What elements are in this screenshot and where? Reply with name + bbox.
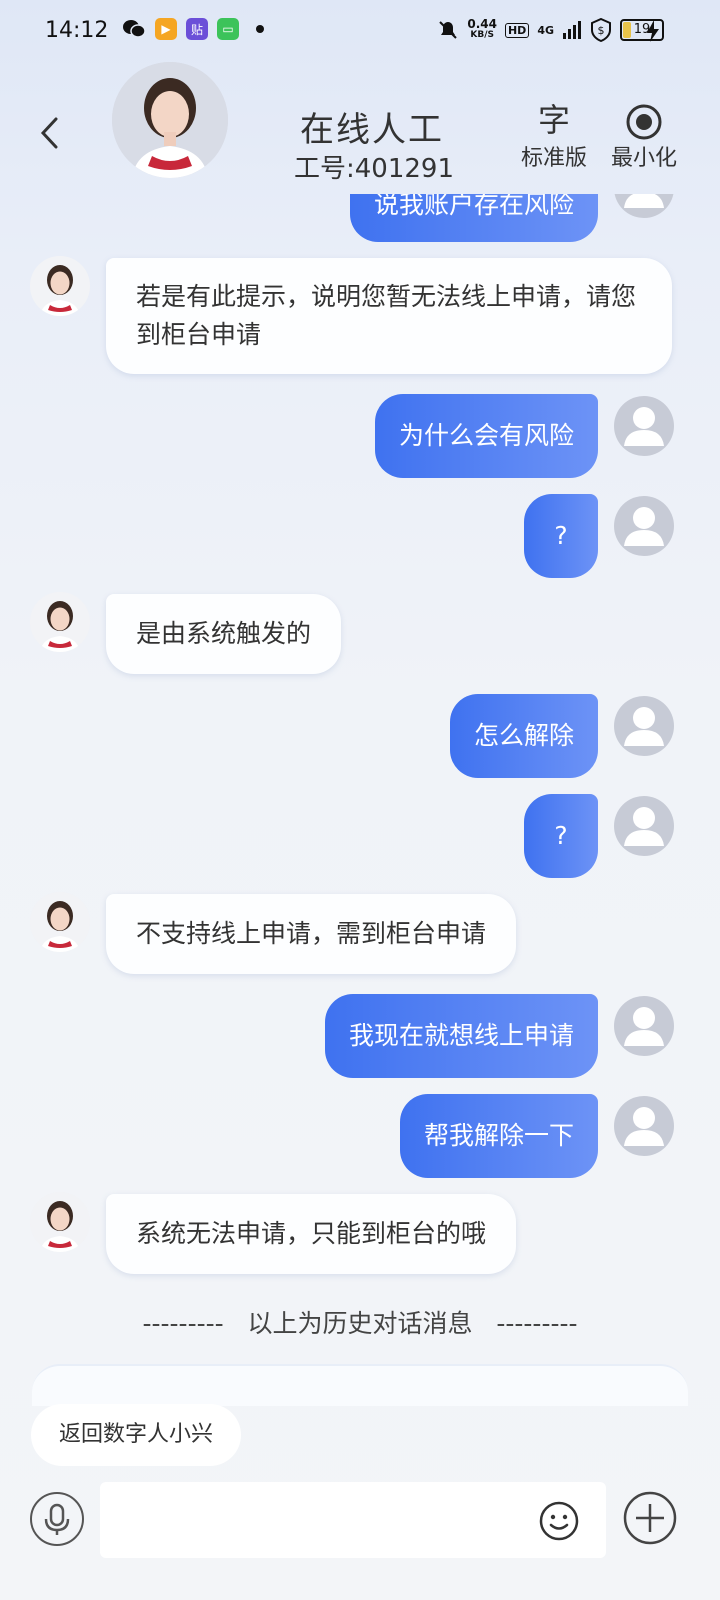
agent-avatar-large	[112, 62, 228, 178]
agent-message: 是由系统触发的	[106, 594, 342, 674]
user-avatar	[614, 396, 674, 456]
chat-message-list[interactable]: 说我账户存在风险 若是有此提示，说明您暂无法线上申请，请您到柜台申请 为什么会有…	[0, 194, 720, 1390]
user-avatar	[614, 696, 674, 756]
microphone-icon	[44, 1503, 70, 1535]
digital-human-card	[32, 1364, 688, 1406]
system-status: 0.44 KB/S HD 4G $ 19	[437, 18, 664, 42]
shield-dollar-icon: $	[591, 18, 611, 42]
user-message: 怎么解除	[449, 694, 598, 778]
user-message: ?	[524, 494, 598, 578]
minimize-label: 最小化	[610, 146, 677, 171]
user-avatar	[614, 996, 674, 1056]
agent-id: 工号:401291	[294, 154, 455, 184]
wechat-icon	[123, 20, 146, 38]
page-title: 在线人工	[300, 110, 444, 150]
mute-bell-icon	[439, 21, 458, 39]
svg-text:$: $	[598, 24, 605, 37]
history-separator: --------- 以上为历史对话消息 ---------	[142, 1309, 578, 1338]
chat-header: 在线人工 工号:401291 字 标准版 最小化	[0, 62, 720, 194]
status-time: 14:12	[45, 18, 109, 43]
agent-avatar	[30, 1192, 90, 1252]
more-actions-button[interactable]	[622, 1490, 678, 1546]
font-icon: 字	[537, 101, 570, 139]
agent-message: 系统无法申请，只能到柜台的哦	[106, 1194, 517, 1274]
user-message: 我现在就想线上申请	[324, 994, 598, 1078]
minimize-button[interactable]: 最小化	[606, 100, 682, 172]
sticker-app-icon: 贴	[186, 18, 208, 40]
network-speed: 0.44 KB/S	[467, 17, 497, 40]
user-avatar	[614, 1096, 674, 1156]
agent-avatar	[30, 892, 90, 952]
user-avatar	[614, 796, 674, 856]
record-circle-icon	[606, 100, 682, 140]
status-bar: 14:12 ▶ 贴 ▭ 0.44 KB/S HD 4G $ 19	[0, 0, 720, 62]
user-message: ?	[524, 794, 598, 878]
plus-icon	[623, 1491, 677, 1545]
network-type: 4G	[537, 23, 554, 37]
message-app-icon: ▭	[217, 18, 239, 40]
font-size-button[interactable]: 字 标准版	[516, 100, 592, 172]
voice-input-button[interactable]	[30, 1492, 84, 1546]
return-digital-human-button[interactable]: 返回数字人小兴	[31, 1404, 242, 1466]
signal-icon	[563, 21, 581, 39]
agent-avatar	[30, 592, 90, 652]
input-bar	[0, 1478, 720, 1600]
user-message: 说我账户存在风险	[349, 194, 598, 242]
font-size-label: 标准版	[520, 146, 587, 171]
agent-avatar	[30, 256, 90, 316]
agent-message: 若是有此提示，说明您暂无法线上申请，请您到柜台申请	[106, 258, 672, 374]
user-message: 为什么会有风险	[374, 394, 598, 478]
smiley-icon	[539, 1501, 579, 1541]
user-avatar	[614, 194, 674, 218]
agent-message: 不支持线上申请，需到柜台申请	[106, 894, 517, 974]
notification-icons: ▶ 贴 ▭	[122, 18, 264, 40]
back-button[interactable]	[34, 116, 68, 150]
more-notifications-dot	[256, 25, 264, 33]
message-input[interactable]	[100, 1482, 606, 1558]
hd-badge: HD	[504, 22, 530, 38]
charging-icon	[646, 20, 660, 47]
video-app-icon: ▶	[155, 18, 177, 40]
user-avatar	[614, 496, 674, 556]
emoji-button[interactable]	[538, 1500, 580, 1542]
user-message: 帮我解除一下	[399, 1094, 598, 1178]
chevron-left-icon	[40, 117, 58, 149]
